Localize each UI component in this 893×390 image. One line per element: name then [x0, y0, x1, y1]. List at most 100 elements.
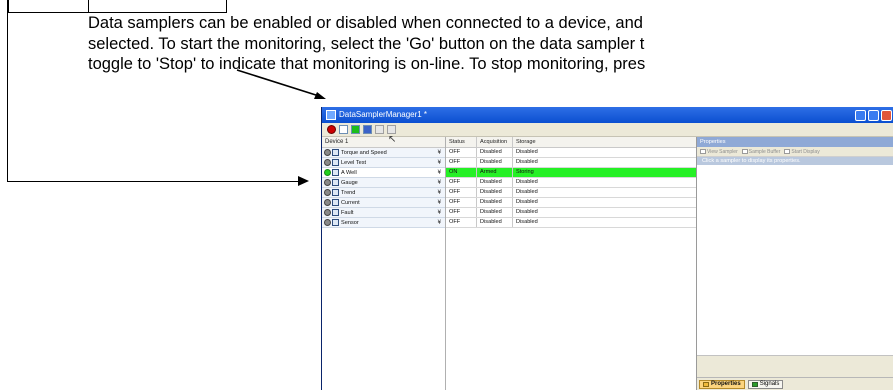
column-storage[interactable]: Storage — [513, 137, 696, 147]
start-display-icon — [784, 149, 791, 154]
sampler-icon — [332, 189, 339, 196]
status-led-icon[interactable] — [324, 159, 331, 166]
device-row[interactable]: Gauge ¥ — [322, 178, 445, 188]
table-row[interactable]: OFF Disabled Disabled — [446, 208, 696, 218]
start-display-button[interactable]: Start Display — [784, 148, 820, 155]
close-button[interactable] — [881, 109, 892, 121]
status-led-icon[interactable] — [324, 219, 331, 226]
device-tree: Device 1 Torque and Speed ¥ Level Test ¥ A W… — [322, 137, 446, 390]
arrow-head-device — [298, 176, 309, 186]
view-sampler-label: View Sampler — [707, 148, 738, 155]
start-display-label: Start Display — [791, 148, 820, 155]
window-titlebar[interactable]: DataSamplerManager1 * — [322, 107, 893, 123]
status-cell: ON — [446, 168, 477, 177]
new-sampler-button[interactable] — [339, 125, 348, 134]
chevron-down-icon[interactable]: ¥ — [438, 170, 441, 176]
window-title: DataSamplerManager1 * — [339, 110, 428, 119]
table-row[interactable]: OFF Disabled Disabled — [446, 158, 696, 168]
acquisition-cell: Disabled — [477, 198, 513, 207]
status-led-icon[interactable] — [324, 179, 331, 186]
acquisition-cell: Disabled — [477, 158, 513, 167]
storage-cell: Disabled — [516, 179, 538, 185]
sampler-icon — [332, 219, 339, 226]
device-row[interactable]: Torque and Speed ¥ — [322, 148, 445, 158]
sampler-icon — [332, 209, 339, 216]
column-acquisition[interactable]: Acquisition — [477, 137, 513, 147]
sampler-icon — [332, 179, 339, 186]
status-led-icon[interactable] — [324, 199, 331, 206]
copy-button[interactable] — [387, 125, 396, 134]
maximize-button[interactable] — [868, 109, 879, 121]
device-name: Torque and Speed — [341, 149, 387, 156]
storage-cell: Disabled — [516, 209, 538, 215]
table-row[interactable]: ON Armed Storing — [446, 168, 696, 178]
device-row[interactable]: A Well ¥ — [322, 168, 445, 178]
storage-cell: Disabled — [516, 149, 538, 155]
sampler-icon — [332, 199, 339, 206]
storage-cell: Disabled — [516, 159, 538, 165]
view-sampler-button[interactable]: View Sampler — [700, 149, 738, 155]
chevron-down-icon[interactable]: ¥ — [438, 200, 441, 206]
view-sampler-icon — [700, 149, 706, 154]
properties-tab-icon — [703, 381, 709, 387]
device-name: Sensor — [341, 219, 359, 226]
properties-panel: Properties View Sampler Sample Buffer St… — [697, 137, 893, 390]
device-name: Current — [341, 199, 360, 206]
sampler-icon — [332, 149, 339, 156]
table-row[interactable]: OFF Disabled Disabled — [446, 178, 696, 188]
go-button[interactable] — [327, 125, 336, 134]
table-row[interactable]: OFF Disabled Disabled — [446, 218, 696, 228]
document-text: Data samplers can be enabled or disabled… — [88, 13, 893, 75]
sample-buffer-label: Sample Buffer — [748, 148, 781, 155]
table-row[interactable]: OFF Disabled Disabled — [446, 188, 696, 198]
properties-tabs: Properties Signals — [697, 377, 893, 390]
status-led-icon[interactable] — [324, 149, 331, 156]
storage-cell: Disabled — [516, 199, 538, 205]
arrow-head-go — [314, 92, 326, 99]
column-status[interactable]: Status — [446, 137, 477, 147]
device-name: Trend — [341, 189, 356, 196]
tab-properties[interactable]: Properties — [699, 379, 745, 389]
table-row[interactable]: OFF Disabled Disabled — [446, 198, 696, 208]
mouse-cursor-icon: ↖ — [388, 134, 397, 145]
chevron-down-icon[interactable]: ¥ — [438, 160, 441, 166]
status-led-icon[interactable] — [324, 189, 331, 196]
print-button[interactable] — [375, 125, 384, 134]
device-row[interactable]: Trend ¥ — [322, 188, 445, 198]
chevron-down-icon[interactable]: ¥ — [438, 190, 441, 196]
acquisition-cell: Disabled — [477, 188, 513, 197]
chevron-down-icon[interactable]: ¥ — [438, 180, 441, 186]
chevron-down-icon[interactable]: ¥ — [438, 210, 441, 216]
status-cell: OFF — [446, 148, 477, 157]
device-row[interactable]: Sensor ¥ — [322, 218, 445, 228]
tab-signals[interactable]: Signals — [747, 379, 784, 389]
status-led-icon[interactable] — [324, 169, 331, 176]
sample-buffer-icon — [741, 149, 748, 154]
chevron-down-icon[interactable]: ¥ — [438, 220, 441, 226]
enable-button[interactable] — [351, 125, 360, 134]
sample-buffer-button[interactable]: Sample Buffer — [741, 148, 781, 155]
sampler-grid: Status Acquisition Storage OFF Disabled Di… — [446, 137, 697, 390]
device-name: Gauge — [341, 179, 358, 186]
table-row[interactable]: OFF Disabled Disabled — [446, 148, 696, 158]
sampler-toolbar — [322, 123, 893, 137]
storage-cell: Storing — [516, 169, 534, 175]
save-button[interactable] — [363, 125, 372, 134]
device-row[interactable]: Fault ¥ — [322, 208, 445, 218]
status-cell: OFF — [446, 158, 477, 167]
device-header: Device 1 — [322, 137, 445, 148]
device-row[interactable]: Level Test ¥ — [322, 158, 445, 168]
minimize-button[interactable] — [855, 109, 866, 121]
signals-tab-icon — [751, 381, 758, 387]
properties-title: Properties — [697, 137, 893, 147]
data-sampler-manager-window: DataSamplerManager1 * Device 1 Torque an… — [321, 107, 893, 390]
properties-toolbar: View Sampler Sample Buffer Start Display — [697, 147, 893, 157]
chevron-down-icon[interactable]: ¥ — [438, 150, 441, 156]
device-row[interactable]: Current ¥ — [322, 198, 445, 208]
status-cell: OFF — [446, 178, 477, 187]
status-led-icon[interactable] — [324, 209, 331, 216]
doc-line: Data samplers can be enabled or disabled… — [88, 14, 643, 32]
acquisition-cell: Disabled — [477, 218, 513, 227]
tab-label: Properties — [711, 380, 741, 387]
acquisition-cell: Disabled — [477, 148, 513, 157]
